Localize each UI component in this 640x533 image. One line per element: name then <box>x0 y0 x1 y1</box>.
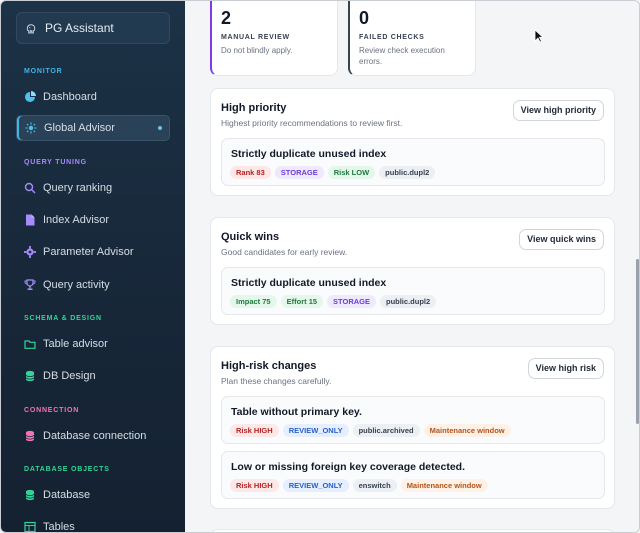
sidebar-item-database[interactable]: Database <box>16 482 170 508</box>
card-subtitle: Highest priority recommendations to revi… <box>221 118 403 128</box>
sidebar: PG Assistant MONITOR Dashboard Global Ad… <box>1 1 185 533</box>
tag-object: enswitch <box>352 479 397 492</box>
view-high-priority-button[interactable]: View high priority <box>512 100 604 121</box>
stat-description: Review check execution errors. <box>359 46 445 66</box>
recommendation-item[interactable]: Table without primary key. Risk HIGH REV… <box>221 396 605 444</box>
sidebar-item-table-advisor[interactable]: Table advisor <box>16 331 170 357</box>
recommendation-title: Strictly duplicate unused index <box>231 277 387 289</box>
database-connection-icon <box>24 430 36 442</box>
brand-button[interactable]: PG Assistant <box>16 12 170 44</box>
gear-icon <box>24 246 36 258</box>
sidebar-item-label: Parameter Advisor <box>43 246 134 258</box>
database-icon <box>24 370 36 382</box>
recommendation-title: Strictly duplicate unused index <box>231 148 387 160</box>
tag-category: STORAGE <box>327 295 376 308</box>
tag-risk: Risk LOW <box>327 166 376 179</box>
view-quick-wins-button[interactable]: View quick wins <box>519 229 604 250</box>
card-subtitle: Good candidates for early review. <box>221 247 348 257</box>
main-content: 2 MANUAL REVIEW Do not blindly apply. 0 … <box>185 1 639 532</box>
trophy-icon <box>24 279 36 291</box>
sidebar-item-parameter-advisor[interactable]: Parameter Advisor <box>16 239 170 265</box>
stat-value: 0 <box>359 8 370 28</box>
sidebar-item-label: Index Advisor <box>43 214 110 226</box>
ranking-search-icon <box>24 182 36 194</box>
card-subtitle: Plan these changes carefully. <box>221 376 332 386</box>
card-title: Quick wins <box>221 231 280 243</box>
database-icon <box>24 489 36 501</box>
sidebar-item-db-design[interactable]: DB Design <box>16 363 170 389</box>
tag-category: STORAGE <box>274 166 324 179</box>
view-high-risk-button[interactable]: View high risk <box>527 358 604 379</box>
tag-mode: REVIEW_ONLY <box>282 479 349 492</box>
sidebar-item-dashboard[interactable]: Dashboard <box>16 84 170 110</box>
sidebar-item-label: Query ranking <box>43 182 113 194</box>
tag-risk: Risk HIGH <box>230 479 279 492</box>
sidebar-item-label: Dashboard <box>43 91 97 103</box>
sidebar-item-label: Query activity <box>43 279 110 291</box>
section-label-database-objects: DATABASE OBJECTS <box>24 466 110 473</box>
sidebar-item-label: Database connection <box>43 430 147 442</box>
card-quick-wins: Quick wins Good candidates for early rev… <box>210 217 615 325</box>
elephant-logo-icon <box>25 22 37 34</box>
sidebar-item-database-connection[interactable]: Database connection <box>16 423 170 449</box>
recommendation-title: Table without primary key. <box>231 406 362 418</box>
tag-list: Risk HIGH REVIEW_ONLY public.archived Ma… <box>230 424 511 437</box>
folder-icon <box>24 338 36 350</box>
tag-window: Maintenance window <box>423 424 511 437</box>
sidebar-item-global-advisor[interactable]: Global Advisor <box>16 115 170 141</box>
recommendation-item[interactable]: Strictly duplicate unused index Impact 7… <box>221 267 605 315</box>
table-icon <box>24 521 36 532</box>
tag-effort: Effort 15 <box>280 295 324 308</box>
tag-risk: Risk HIGH <box>230 424 279 437</box>
pie-chart-icon <box>24 91 36 103</box>
sidebar-item-label: Global Advisor <box>44 122 115 134</box>
sidebar-item-tables[interactable]: Tables <box>16 514 170 533</box>
sidebar-item-query-activity[interactable]: Query activity <box>16 272 170 298</box>
sidebar-item-label: Table advisor <box>43 338 108 350</box>
sparkle-icon <box>25 122 37 134</box>
recommendation-title: Low or missing foreign key coverage dete… <box>231 461 465 473</box>
section-label-connection: CONNECTION <box>24 407 80 414</box>
stat-card-failed-checks: 0 FAILED CHECKS Review check execution e… <box>348 1 476 76</box>
tag-object: public.archived <box>352 424 420 437</box>
document-icon <box>24 214 36 226</box>
section-label-schema-design: SCHEMA & DESIGN <box>24 315 102 322</box>
tag-rank: Rank 83 <box>230 166 271 179</box>
sidebar-item-label: Tables <box>43 521 75 533</box>
scrollbar-thumb[interactable] <box>636 259 639 424</box>
card-high-risk-changes: High-risk changes Plan these changes car… <box>210 346 615 509</box>
stat-description: Do not blindly apply. <box>221 46 293 55</box>
card-high-priority: High priority Highest priority recommend… <box>210 88 615 196</box>
card-title: High-risk changes <box>221 360 317 372</box>
tag-window: Maintenance window <box>400 479 488 492</box>
tag-list: Risk HIGH REVIEW_ONLY enswitch Maintenan… <box>230 479 488 492</box>
tag-list: Rank 83 STORAGE Risk LOW public.dupl2 <box>230 166 436 179</box>
sidebar-item-label: Database <box>43 489 91 501</box>
section-label-query-tuning: QUERY TUNING <box>24 159 87 166</box>
stat-value: 2 <box>221 8 232 28</box>
recommendation-item[interactable]: Strictly duplicate unused index Rank 83 … <box>221 138 605 186</box>
section-label-monitor: MONITOR <box>24 68 63 75</box>
sidebar-item-index-advisor[interactable]: Index Advisor <box>16 207 170 233</box>
recommendation-item[interactable]: Low or missing foreign key coverage dete… <box>221 451 605 499</box>
sidebar-item-query-ranking[interactable]: Query ranking <box>16 175 170 201</box>
tag-object: public.dupl2 <box>379 295 437 308</box>
stat-card-manual-review: 2 MANUAL REVIEW Do not blindly apply. <box>210 1 338 76</box>
card-next-partial <box>210 529 615 532</box>
sidebar-item-label: DB Design <box>43 370 96 382</box>
app-window: PG Assistant MONITOR Dashboard Global Ad… <box>0 0 640 533</box>
stat-label: FAILED CHECKS <box>359 34 425 41</box>
brand-title: PG Assistant <box>45 21 114 35</box>
card-title: High priority <box>221 102 287 114</box>
mouse-cursor-icon <box>534 29 544 43</box>
tag-mode: REVIEW_ONLY <box>282 424 349 437</box>
active-indicator <box>158 126 162 130</box>
tag-impact: Impact 75 <box>230 295 277 308</box>
stat-label: MANUAL REVIEW <box>221 34 290 41</box>
tag-object: public.dupl2 <box>379 166 436 179</box>
tag-list: Impact 75 Effort 15 STORAGE public.dupl2 <box>230 295 437 308</box>
